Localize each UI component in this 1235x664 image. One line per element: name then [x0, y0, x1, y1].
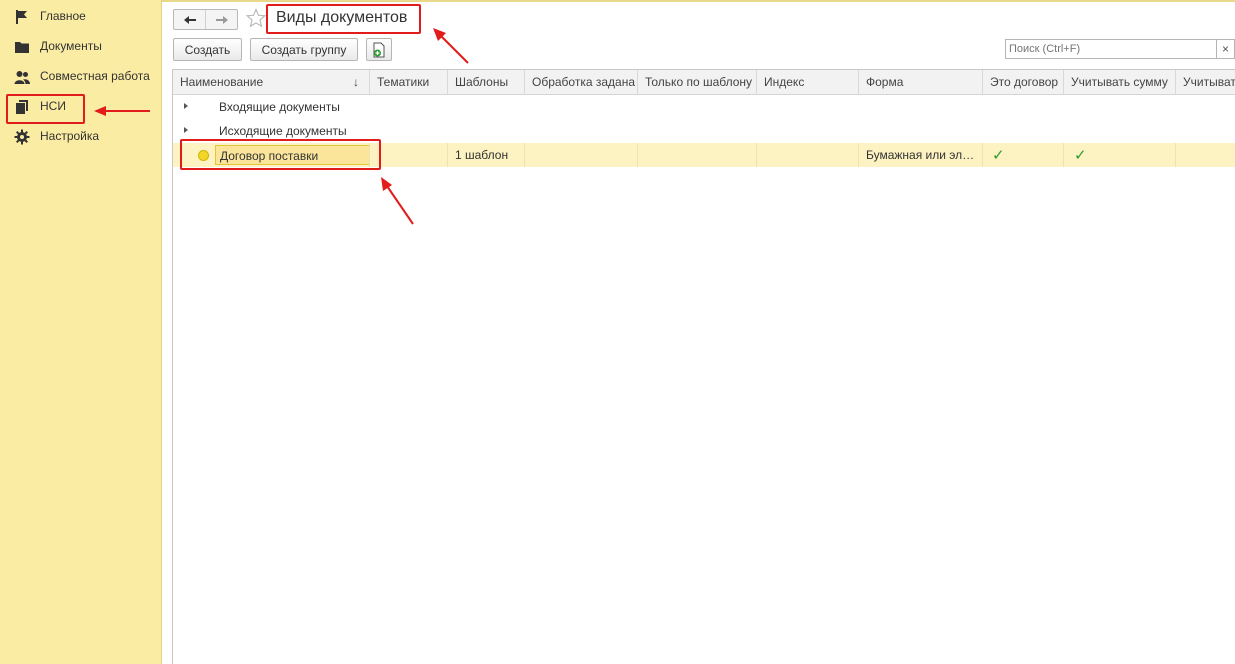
arrow-right-icon	[215, 15, 228, 24]
document-types-table: Наименование ↓ Тематики Шаблоны Обработк…	[172, 69, 1235, 664]
item-status-icon	[198, 150, 209, 161]
back-button[interactable]	[174, 10, 205, 29]
search-input[interactable]	[1005, 39, 1217, 59]
row-count-sum: ✓	[1064, 143, 1176, 167]
checkmark-icon: ✓	[992, 147, 1005, 164]
sidebar-item-settings[interactable]: Настройка	[0, 124, 162, 150]
sidebar: Главное Документы Совместная работа НСИ	[0, 0, 162, 664]
row-form: Бумажная или эл…	[859, 143, 983, 167]
column-header-count-sum[interactable]: Учитывать сумму	[1064, 70, 1176, 95]
sidebar-item-label: Документы	[40, 39, 102, 53]
sidebar-item-label: НСИ	[40, 99, 66, 113]
column-header-form[interactable]: Форма	[859, 70, 983, 95]
forward-button[interactable]	[205, 10, 237, 29]
column-header-templates[interactable]: Шаблоны	[448, 70, 525, 95]
sidebar-item-label: Главное	[40, 9, 86, 23]
row-name: Входящие документы	[219, 100, 340, 114]
column-header-template-only[interactable]: Только по шаблону	[638, 70, 757, 95]
arrow-left-icon	[183, 15, 196, 24]
row-name-editor[interactable]: Договор поставки	[215, 145, 369, 165]
annotation-arrow-title	[439, 34, 469, 64]
books-icon	[16, 100, 28, 114]
column-header-topics[interactable]: Тематики	[370, 70, 448, 95]
table-header: Наименование ↓ Тематики Шаблоны Обработк…	[173, 70, 1235, 95]
column-header-name[interactable]: Наименование ↓	[173, 70, 370, 95]
table-row[interactable]: Входящие документы	[173, 95, 1235, 119]
table-row[interactable]: Исходящие документы	[173, 119, 1235, 143]
sidebar-item-label: Настройка	[40, 129, 100, 143]
favorite-star-icon[interactable]	[246, 8, 266, 28]
page-title: Виды документов	[276, 9, 408, 26]
row-template-only	[638, 143, 757, 167]
sidebar-item-collaboration[interactable]: Совместная работа	[0, 64, 162, 90]
flag-icon	[16, 10, 27, 24]
gear-icon	[14, 129, 30, 145]
row-processing	[525, 143, 638, 167]
sidebar-item-nsi[interactable]: НСИ	[0, 94, 162, 120]
row-account	[1176, 143, 1235, 167]
expand-arrow-icon[interactable]	[184, 103, 188, 109]
create-button[interactable]: Создать	[173, 38, 242, 61]
column-header-account[interactable]: Учитыват	[1176, 70, 1235, 95]
row-name: Исходящие документы	[219, 124, 347, 138]
column-header-processing[interactable]: Обработка задана	[525, 70, 638, 95]
sidebar-item-main[interactable]: Главное	[0, 4, 162, 30]
top-border	[162, 0, 1235, 2]
history-nav	[173, 9, 238, 30]
checkmark-icon: ✓	[1074, 147, 1087, 164]
column-header-is-contract[interactable]: Это договор	[983, 70, 1064, 95]
sidebar-item-label: Совместная работа	[40, 69, 150, 83]
search-clear-button[interactable]: ×	[1216, 39, 1235, 59]
row-index	[757, 143, 859, 167]
create-group-button[interactable]: Создать группу	[250, 38, 358, 61]
row-name-cell: Договор поставки	[173, 143, 370, 167]
row-is-contract: ✓	[983, 143, 1064, 167]
row-topics	[370, 143, 448, 167]
column-header-index[interactable]: Индекс	[757, 70, 859, 95]
table-row-selected[interactable]: Договор поставки 1 шаблон Бумажная или э…	[173, 143, 1235, 167]
expand-arrow-icon[interactable]	[184, 127, 188, 133]
sidebar-item-documents[interactable]: Документы	[0, 34, 162, 60]
folder-icon	[15, 42, 29, 53]
add-template-button[interactable]	[366, 38, 392, 61]
sort-arrow-icon: ↓	[353, 75, 359, 89]
document-add-icon	[373, 42, 385, 57]
row-templates: 1 шаблон	[448, 143, 525, 167]
users-icon	[14, 71, 30, 84]
